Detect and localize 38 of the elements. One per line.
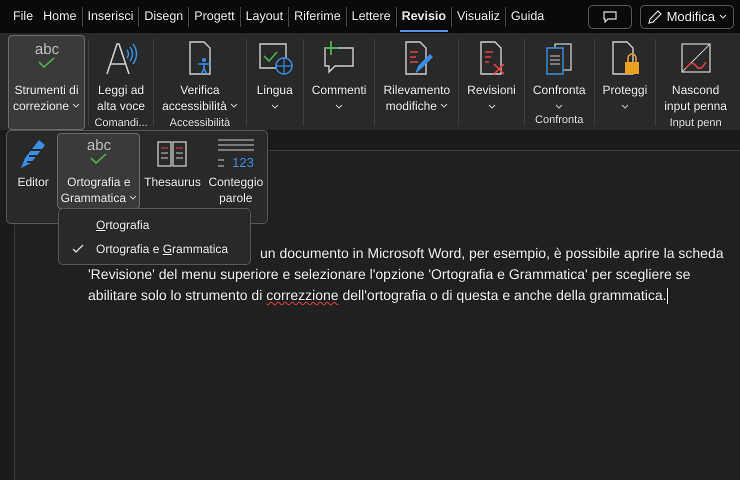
ribbon-button[interactable]: Lingua [250,35,300,130]
ribbon-tab[interactable]: Visualiz [455,2,502,32]
flyout-button[interactable]: 123 Conteggio parole [204,133,267,209]
flyout-button[interactable]: Thesaurus [140,133,205,193]
ribbon-button[interactable]: Revisioni [462,35,521,130]
menu-item[interactable]: Ortografia [59,213,250,237]
ribbon-tab[interactable]: Home [41,2,78,32]
group-label: Confronta [535,114,584,128]
ribbon-button[interactable]: Verifica accessibilità [157,35,243,117]
ribbon-button[interactable]: Confronta [528,35,591,114]
editing-mode-button[interactable]: Modifica [640,4,734,28]
ribbon-button[interactable]: Leggi ad alta voce [92,35,150,117]
ribbon-tab[interactable]: Disegn [142,2,186,32]
document-text: 'Revisione' del menu superiore e selezionare l'opzione 'Ortografia e Grammatica' per scegliere se [88,265,690,284]
document-text: un documento in Microsoft Word, per esempio, è possibile aprire la scheda [260,244,724,263]
ribbon-tab[interactable]: Inserisci [86,2,136,32]
comment-icon [602,10,617,22]
group-label: Input penn [670,117,722,130]
ribbon-tab[interactable]: Guida [508,2,546,32]
caret-icon [719,14,727,20]
flyout-button[interactable]: Editor [9,133,58,193]
ribbon-button[interactable]: abc Strumenti di correzione [8,35,86,130]
pencil-icon [646,8,663,24]
menu-item[interactable]: Ortografia e Grammatica [59,237,250,261]
ribbon-tab[interactable]: Riferime [292,2,343,32]
document-text: abilitare solo lo strumento di correzzione dell'ortografia o di questa e anche della grammatica. [88,286,668,306]
ribbon-button[interactable]: Nascond input penna [659,35,732,117]
ribbon-tab[interactable]: File [11,2,36,32]
ribbon-tab[interactable]: Lettere [350,2,393,32]
ribbon-tab[interactable]: Progett [192,2,237,32]
ribbon-button[interactable]: Rilevamento modifiche [378,35,456,130]
group-label: Comandi... [94,117,148,130]
comments-button[interactable] [588,4,632,28]
ribbon-tab[interactable]: Layout [244,2,286,32]
flyout-button[interactable]: abc Ortografia e Grammatica [57,133,140,209]
ribbon-button[interactable]: Proteggi [598,35,652,130]
ribbon-button[interactable]: Commenti [306,35,372,130]
group-label: Accessibilità [170,117,230,130]
